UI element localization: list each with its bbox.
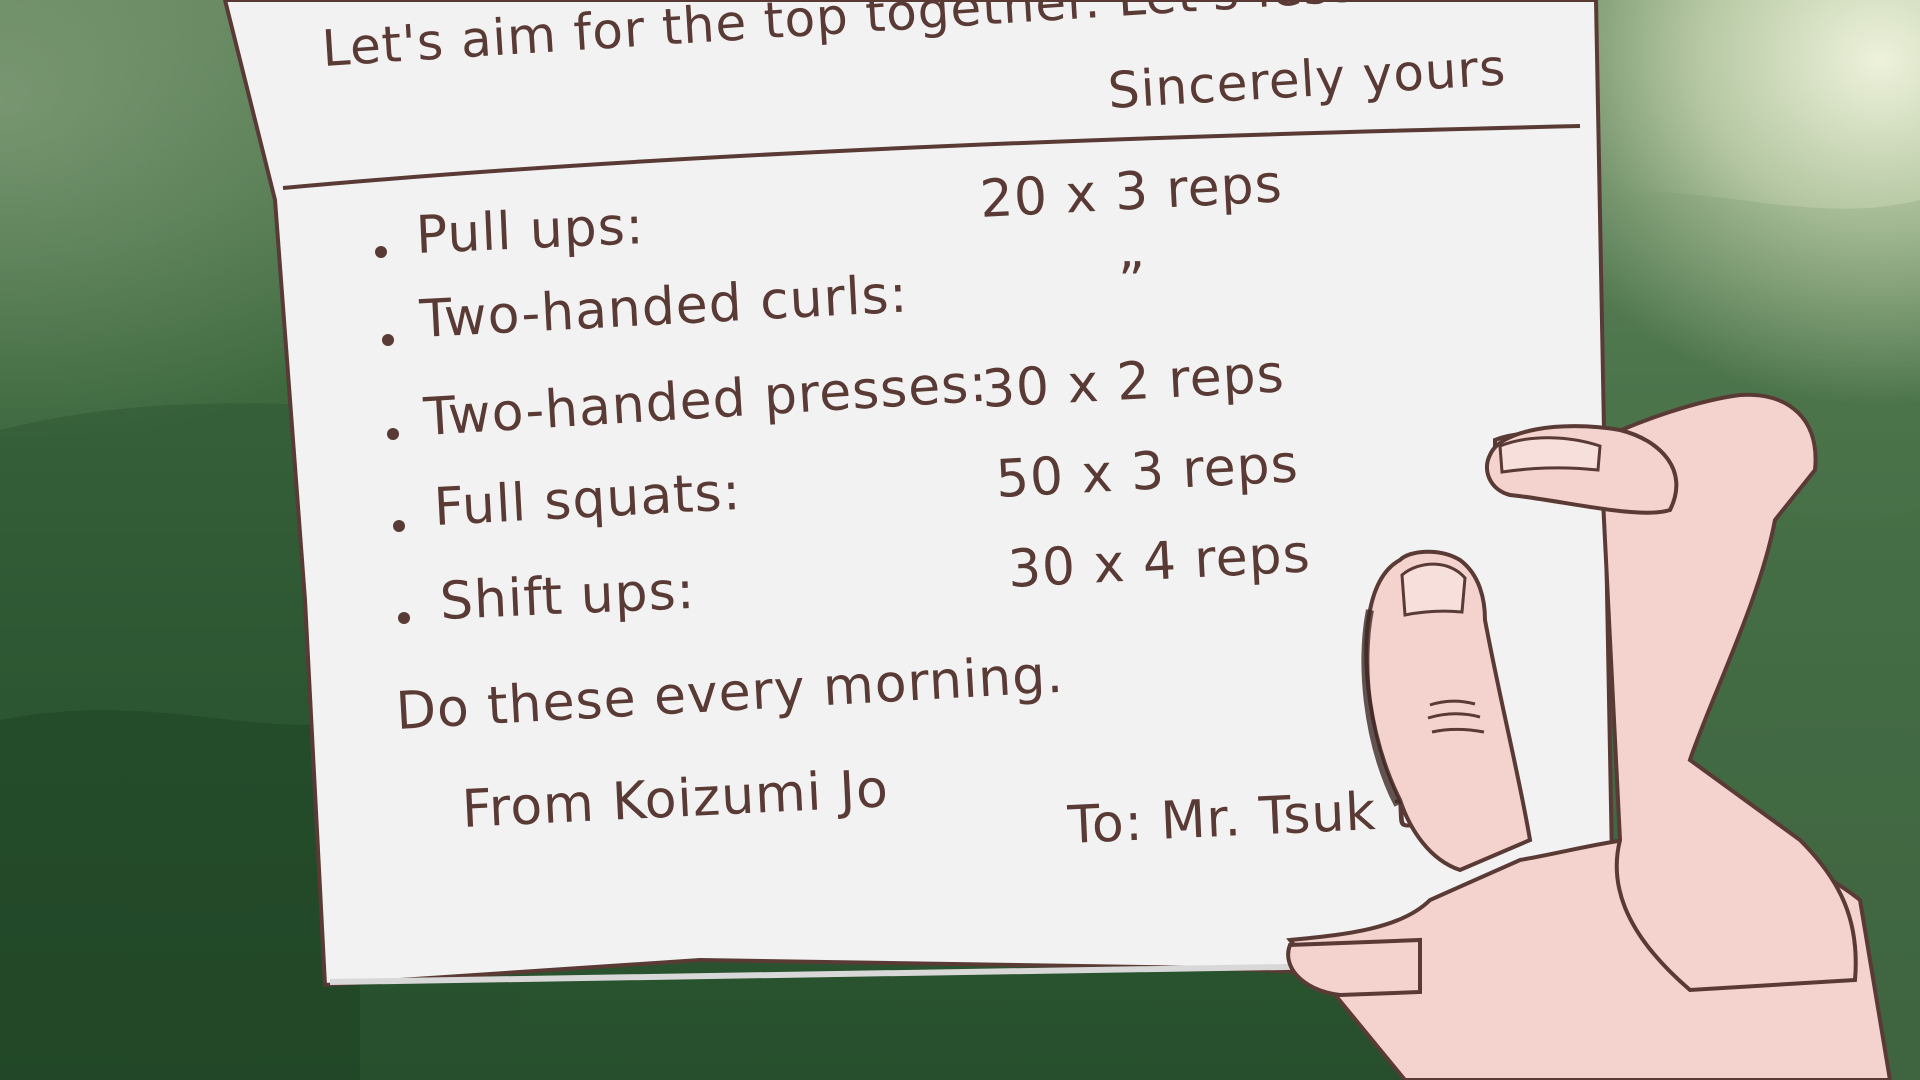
thumb-nail	[1400, 562, 1467, 617]
hand-holding-note	[1286, 392, 1893, 1080]
pinky-finger	[1286, 937, 1422, 998]
anime-still-scene: Let's aim for the top together. Let's le…	[0, 0, 1920, 1080]
